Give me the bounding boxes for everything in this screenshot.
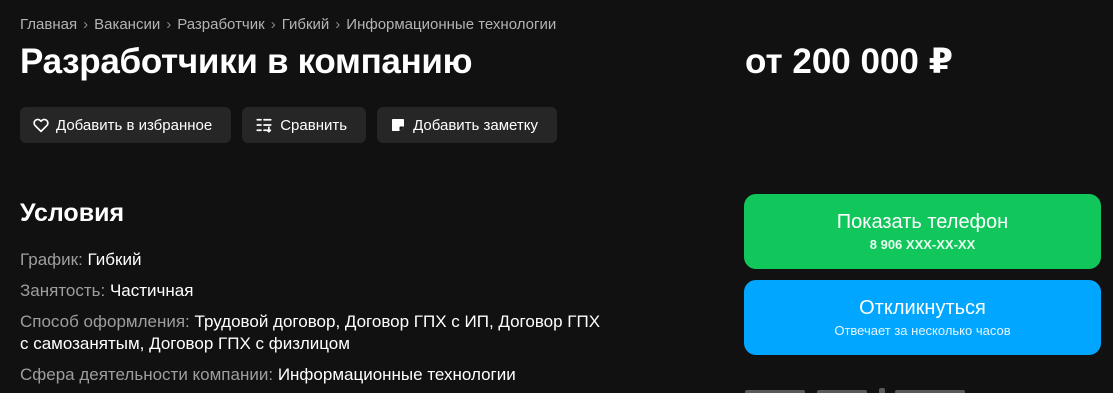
condition-label: Способ оформления: (20, 312, 190, 331)
condition-sphere: Сфера деятельности компании: Информацион… (20, 364, 516, 386)
condition-value: Гибкий (87, 250, 142, 269)
condition-value: с самозанятым, Договор ГПХ с физлицом (20, 334, 350, 353)
compare-button[interactable]: Сравнить (242, 107, 367, 143)
breadcrumb-developer[interactable]: Разработчик (177, 16, 264, 33)
breadcrumb-separator: › (166, 16, 172, 33)
breadcrumb: Главная › Вакансии › Разработчик › Гибки… (20, 16, 556, 33)
breadcrumb-vacancies[interactable]: Вакансии (94, 16, 160, 33)
condition-schedule: График: Гибкий (20, 249, 141, 271)
cropped-text-fragment (745, 383, 965, 393)
condition-value: Частичная (109, 281, 194, 300)
compare-icon (254, 116, 274, 134)
page-title: Разработчики в компанию (20, 42, 473, 81)
add-note-button[interactable]: Добавить заметку (377, 107, 557, 143)
condition-value: Трудовой договор, Договор ГПХ с ИП, Дого… (194, 312, 601, 331)
response-time: Отвечает за несколько часов (834, 323, 1011, 338)
note-icon (389, 116, 407, 134)
respond-button[interactable]: Откликнуться Отвечает за несколько часов (744, 280, 1101, 355)
conditions-title: Условия (20, 199, 125, 227)
salary: от 200 000 ₽ (745, 42, 953, 81)
show-phone-button[interactable]: Показать телефон 8 906 XXX-XX-XX (744, 194, 1101, 269)
breadcrumb-separator: › (335, 16, 341, 33)
breadcrumb-separator: › (83, 16, 89, 33)
add-to-favorites-label: Добавить в избранное (56, 116, 213, 134)
condition-value: Информационные технологии (277, 365, 516, 384)
respond-label: Откликнуться (859, 297, 986, 319)
action-bar: Добавить в избранное Сравнить Добавить з… (20, 107, 557, 143)
add-note-label: Добавить заметку (413, 116, 538, 134)
condition-contract: Способ оформления: Трудовой договор, Дог… (20, 311, 600, 355)
breadcrumb-flexible[interactable]: Гибкий (282, 16, 330, 33)
breadcrumb-home[interactable]: Главная (20, 16, 77, 33)
condition-label: Занятость: (20, 281, 106, 300)
compare-label: Сравнить (280, 116, 348, 134)
add-to-favorites-button[interactable]: Добавить в избранное (20, 107, 232, 143)
vacancy-page: Главная › Вакансии › Разработчик › Гибки… (0, 0, 1113, 393)
show-phone-label: Показать телефон (836, 211, 1009, 233)
condition-label: Сфера деятельности компании: (20, 365, 274, 384)
condition-label: График: (20, 250, 83, 269)
breadcrumb-it[interactable]: Информационные технологии (346, 16, 556, 33)
condition-employment: Занятость: Частичная (20, 280, 193, 302)
phone-number: 8 906 XXX-XX-XX (869, 237, 976, 252)
breadcrumb-separator: › (270, 16, 276, 33)
heart-icon (32, 116, 50, 134)
